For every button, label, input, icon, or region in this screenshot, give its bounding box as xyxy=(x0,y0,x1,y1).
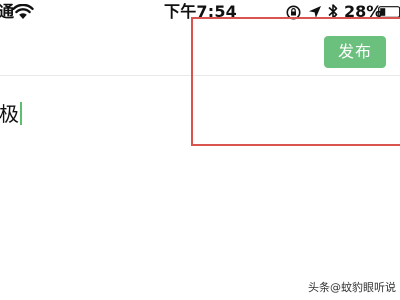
editor-text: 极 xyxy=(0,102,19,126)
wifi-icon xyxy=(12,4,34,19)
text-cursor xyxy=(20,102,22,125)
watermark: 头条@蚊豹眼听说 xyxy=(308,281,396,294)
highlight-annotation-box xyxy=(191,17,400,146)
editor-text-area[interactable]: 极 xyxy=(0,101,22,127)
